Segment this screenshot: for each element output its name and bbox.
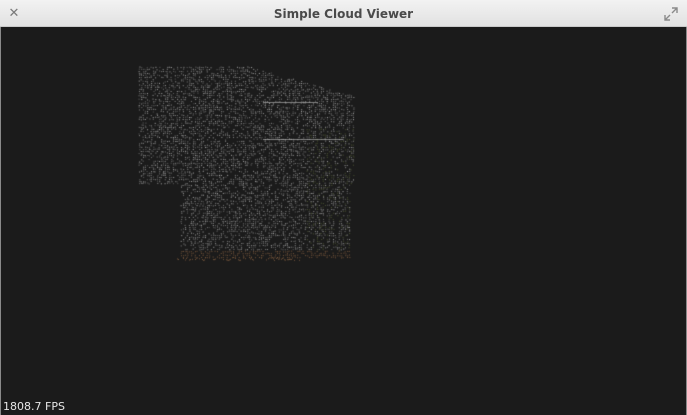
- title-bar[interactable]: ✕ Simple Cloud Viewer: [0, 0, 687, 27]
- point-cloud-viewport[interactable]: 1808.7 FPS: [0, 27, 687, 415]
- fps-counter: 1808.7 FPS: [3, 400, 65, 413]
- window-title: Simple Cloud Viewer: [273, 7, 414, 21]
- point-cloud-canvas[interactable]: [1, 27, 686, 415]
- maximize-icon[interactable]: [663, 6, 679, 22]
- app-window: ✕ Simple Cloud Viewer 1808.7 FPS: [0, 0, 687, 415]
